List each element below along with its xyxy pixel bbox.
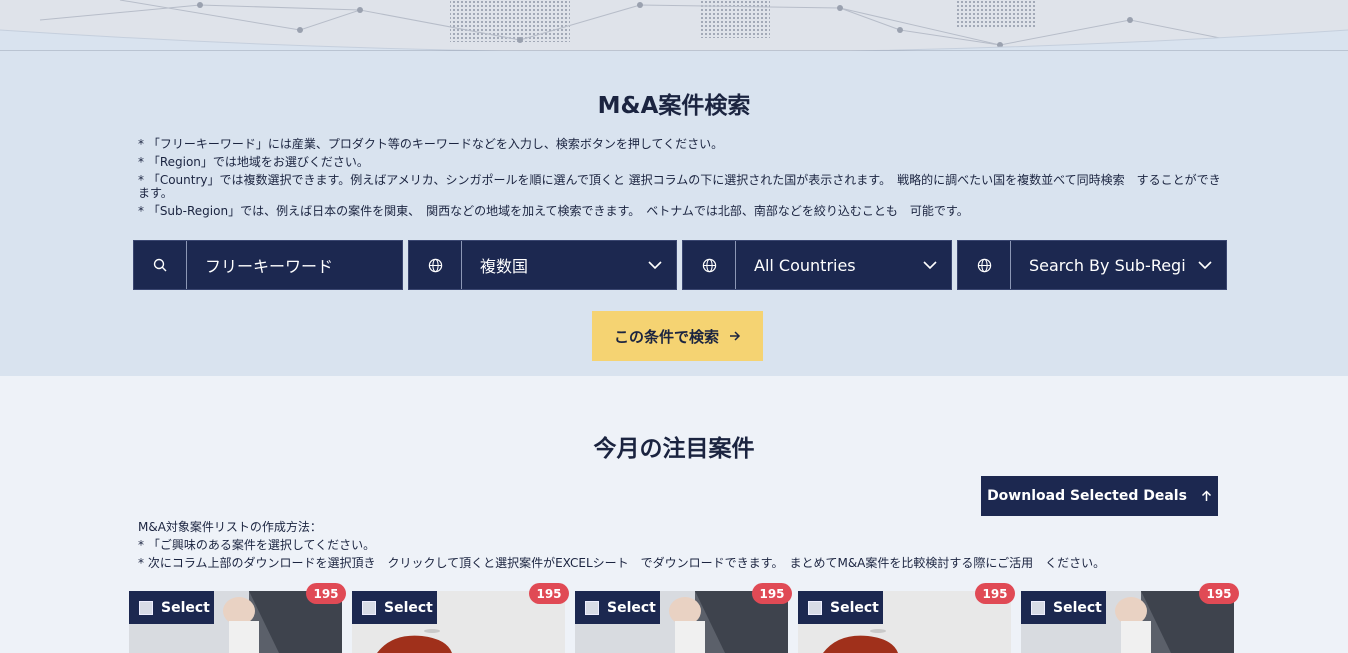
checkbox-icon (1031, 600, 1045, 615)
select-label: Select (830, 599, 879, 616)
deal-count-badge: 195 (529, 583, 569, 604)
search-note: * 「Region」では地域をお選びください。 (138, 155, 369, 169)
checkbox-icon (362, 600, 376, 615)
deal-count-badge: 195 (975, 583, 1015, 604)
search-filters: フリーキーワード 複数国 All Countries Search By Sub… (133, 240, 1227, 290)
download-label: Download Selected Deals (987, 488, 1187, 504)
checkbox-icon (139, 600, 153, 615)
world-map-graphic (0, 0, 1348, 55)
deal-count-badge: 195 (752, 583, 792, 604)
howto-line: * 次にコラム上部のダウンロードを選択頂き クリックして頂くと選択案件がEXCE… (138, 556, 1106, 570)
subregion-value: Search By Sub-Regi (1029, 255, 1186, 275)
country-select[interactable]: All Countries (682, 240, 952, 290)
search-note: * 「フリーキーワード」には産業、プロダクト等のキーワードなどを入力し、検索ボタ… (138, 137, 724, 151)
search-submit-label: この条件で検索 (613, 327, 719, 346)
select-checkbox[interactable]: Select (129, 591, 214, 624)
deal-card-list: Select Select Select Select Select (129, 591, 1244, 653)
hero-banner (0, 0, 1348, 55)
deal-count-badge: 195 (1199, 583, 1239, 604)
select-label: Select (161, 599, 210, 616)
select-checkbox[interactable]: Select (1021, 591, 1106, 624)
country-select-value[interactable]: All Countries (736, 241, 951, 289)
featured-title: 今月の注目案件 (593, 436, 755, 462)
keyword-input-placeholder: フリーキーワード (205, 257, 334, 276)
region-value: 複数国 (480, 257, 529, 276)
search-submit-button[interactable]: この条件で検索 (592, 311, 763, 361)
globe-icon (958, 241, 1011, 289)
checkbox-icon (585, 600, 599, 615)
howto-line: M&A対象案件リストの作成方法： (138, 520, 322, 534)
select-label: Select (607, 599, 656, 616)
select-label: Select (1053, 599, 1102, 616)
arrow-right-icon (730, 331, 741, 341)
globe-icon (683, 241, 736, 289)
search-title: M&A案件検索 (597, 93, 751, 119)
search-instructions: * 「フリーキーワード」には産業、プロダクト等のキーワードなどを入力し、検索ボタ… (138, 138, 1223, 223)
search-note: * 「Sub-Region」では、例えば日本の案件を関東、 関西などの地域を加え… (138, 204, 969, 218)
select-label: Select (384, 599, 433, 616)
subregion-select-value[interactable]: Search By Sub-Regi (1011, 241, 1226, 289)
deal-search-section: M&A案件検索 * 「フリーキーワード」には産業、プロダクト等のキーワードなどを… (0, 51, 1348, 376)
search-icon (134, 241, 187, 289)
chevron-down-icon (923, 261, 937, 270)
checkbox-icon (808, 600, 822, 615)
region-select[interactable]: 複数国 (408, 240, 677, 290)
deal-count-badge: 195 (306, 583, 346, 604)
country-value: All Countries (754, 255, 856, 275)
keyword-filter[interactable]: フリーキーワード (133, 240, 403, 290)
subregion-select[interactable]: Search By Sub-Regi (957, 240, 1227, 290)
select-checkbox[interactable]: Select (798, 591, 883, 624)
keyword-input[interactable]: フリーキーワード (187, 241, 402, 289)
select-checkbox[interactable]: Select (575, 591, 660, 624)
download-selected-deals-button[interactable]: Download Selected Deals (981, 476, 1218, 516)
select-checkbox[interactable]: Select (352, 591, 437, 624)
howto-line: * 「ご興味のある案件を選択してください。 (138, 538, 376, 552)
download-instructions: M&A対象案件リストの作成方法： * 「ご興味のある案件を選択してください。 *… (138, 521, 1238, 575)
chevron-down-icon (648, 261, 662, 270)
region-select-value[interactable]: 複数国 (462, 241, 676, 289)
arrow-up-icon (1201, 490, 1211, 501)
globe-icon (409, 241, 462, 289)
chevron-down-icon (1198, 261, 1212, 270)
search-note: * 「Country」では複数選択できます。例えばアメリカ、シンガポールを順に選… (138, 173, 1221, 200)
